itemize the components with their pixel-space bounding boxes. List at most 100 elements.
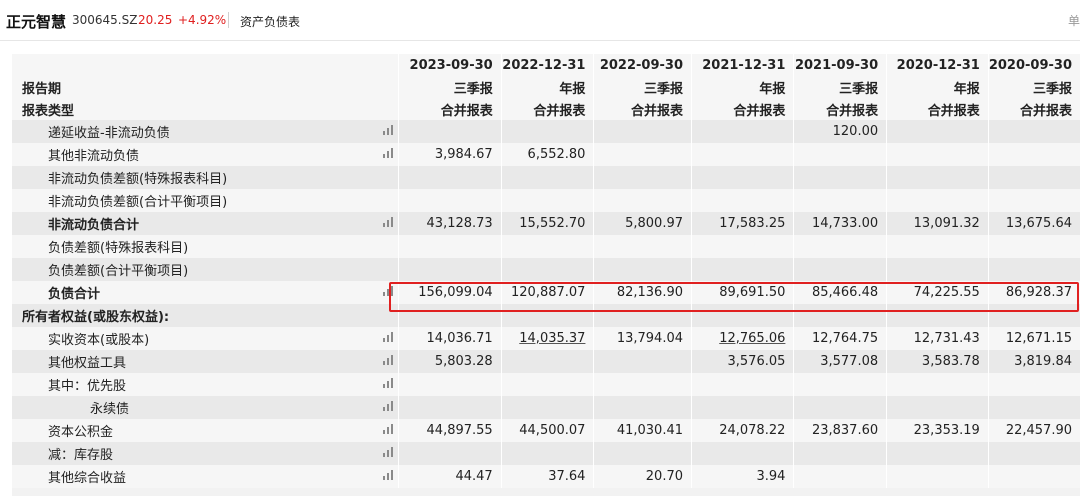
row-value	[500, 350, 594, 373]
row-value	[500, 258, 594, 281]
report-type-label: 报表类型	[12, 98, 380, 120]
row-value: 89,691.50	[690, 281, 794, 304]
col-report: 三季报	[398, 76, 502, 98]
row-label: 其他综合收益	[12, 465, 380, 488]
value-text: 3,984.67	[434, 147, 493, 162]
table-row[interactable]: 其他综合收益 44.47 37.64 20.70 3.94	[12, 465, 1080, 488]
row-value	[593, 143, 692, 166]
col-type: 合并报表	[793, 98, 887, 120]
row-value	[793, 465, 887, 488]
bar-chart-icon[interactable]	[382, 470, 395, 480]
col-report: 年报	[500, 76, 594, 98]
row-value	[886, 304, 989, 327]
table-row[interactable]: 递延收益-非流动负债 120.00	[12, 120, 1080, 143]
row-label: 其他权益工具	[12, 350, 380, 373]
col-date[interactable]: 2020-12-31	[886, 54, 989, 76]
row-label: 其他非流动负债	[12, 143, 380, 166]
value-text: 12,765.06	[719, 331, 786, 346]
value-text: 156,099.04	[418, 285, 493, 300]
col-date[interactable]: 2021-09-30	[793, 54, 887, 76]
row-label: 非流动负债合计	[12, 212, 380, 235]
table-row[interactable]: 减：库存股	[12, 442, 1080, 465]
table-row[interactable]: 其他权益工具 5,803.28 3,576.05 3,577.08 3,583.78 3,…	[12, 350, 1080, 373]
stock-header: 正元智慧 300645.SZ 20.25 +4.92% 资产负债表 单	[0, 0, 1080, 41]
table-row[interactable]: 永续债	[12, 396, 1080, 419]
row-value	[886, 166, 989, 189]
value-text: 41,030.41	[616, 423, 683, 438]
table-row[interactable]: 非流动负债合计 43,128.73 15,552.70 5,800.97 17,583.…	[12, 212, 1080, 235]
row-value: 12,765.06	[690, 327, 794, 350]
row-value	[886, 396, 989, 419]
row-value	[398, 235, 502, 258]
table-row[interactable]: 负债合计 156,099.04 120,887.07 82,136.90 89,691.…	[12, 281, 1080, 304]
col-report: 三季报	[593, 76, 692, 98]
row-value	[690, 189, 794, 212]
col-report: 三季报	[793, 76, 887, 98]
row-value	[593, 189, 692, 212]
value-text: 12,671.15	[1005, 331, 1072, 346]
col-date[interactable]: 2022-09-30	[593, 54, 692, 76]
bar-chart-icon[interactable]	[382, 286, 395, 296]
bar-chart-icon[interactable]	[382, 355, 395, 365]
bar-chart-icon[interactable]	[382, 332, 395, 342]
value-text: 15,552.70	[519, 216, 586, 231]
row-value	[398, 373, 502, 396]
row-value: 23,353.19	[886, 419, 989, 442]
col-date[interactable]: 2023-09-30	[398, 54, 502, 76]
row-label: 递延收益-非流动负债	[12, 120, 380, 143]
row-value	[500, 189, 594, 212]
row-value: 74,225.55	[886, 281, 989, 304]
col-type: 合并报表	[500, 98, 594, 120]
bar-chart-icon[interactable]	[382, 447, 395, 457]
row-value: 41,030.41	[593, 419, 692, 442]
value-text: 86,928.37	[1005, 285, 1072, 300]
table-row[interactable]: 非流动负债差额(特殊报表科目)	[12, 166, 1080, 189]
col-date[interactable]: 2021-12-31	[690, 54, 794, 76]
stock-price: 20.25	[138, 13, 173, 27]
row-value: 5,800.97	[593, 212, 692, 235]
col-date[interactable]: 2020-09-30	[987, 54, 1080, 76]
value-text: 44,897.55	[426, 423, 493, 438]
bar-chart-icon[interactable]	[382, 401, 395, 411]
row-value	[593, 373, 692, 396]
col-date[interactable]: 2022-12-31	[500, 54, 594, 76]
col-report: 年报	[886, 76, 989, 98]
value-text: 120,887.07	[511, 285, 586, 300]
bar-chart-icon[interactable]	[382, 125, 395, 135]
row-value: 13,091.32	[886, 212, 989, 235]
stock-change: +4.92%	[178, 13, 227, 27]
row-value: 5,803.28	[398, 350, 502, 373]
row-value: 14,036.71	[398, 327, 502, 350]
stock-name[interactable]: 正元智慧	[6, 11, 66, 32]
table-row[interactable]: 负债差额(特殊报表科目)	[12, 235, 1080, 258]
row-value: 3,577.08	[793, 350, 887, 373]
row-value: 3,583.78	[886, 350, 989, 373]
value-text: 22,457.90	[1005, 423, 1072, 438]
row-value	[593, 166, 692, 189]
bar-chart-icon[interactable]	[382, 217, 395, 227]
row-value	[398, 258, 502, 281]
bar-chart-icon[interactable]	[382, 148, 395, 158]
table-row[interactable]: 其中：优先股	[12, 373, 1080, 396]
sheet-title[interactable]: 资产负债表	[240, 13, 300, 30]
value-text: 85,466.48	[811, 285, 879, 300]
bar-chart-icon[interactable]	[382, 424, 395, 434]
row-value: 6,552.80	[500, 143, 594, 166]
value-text: 17,583.25	[719, 216, 786, 231]
table-row[interactable]: 负债差额(合计平衡项目)	[12, 258, 1080, 281]
row-label: 负债合计	[12, 281, 380, 304]
row-value	[793, 373, 887, 396]
bar-chart-icon[interactable]	[382, 378, 395, 388]
row-label: 所有者权益(或股东权益):	[12, 304, 380, 327]
value-text: 120.00	[832, 124, 879, 139]
table-row[interactable]: 实收资本(或股本) 14,036.71 14,035.37 13,794.04 12,7…	[12, 327, 1080, 350]
table-row[interactable]: 非流动负债差额(合计平衡项目)	[12, 189, 1080, 212]
table-row[interactable]: 资本公积金 44,897.55 44,500.07 41,030.41 24,078.2…	[12, 419, 1080, 442]
table-row[interactable]: 所有者权益(或股东权益):	[12, 304, 1080, 327]
row-value	[398, 442, 502, 465]
table-row[interactable]: 其他非流动负债 3,984.67 6,552.80	[12, 143, 1080, 166]
row-value: 13,794.04	[593, 327, 692, 350]
row-value	[398, 189, 502, 212]
row-value	[886, 189, 989, 212]
row-value	[886, 465, 989, 488]
